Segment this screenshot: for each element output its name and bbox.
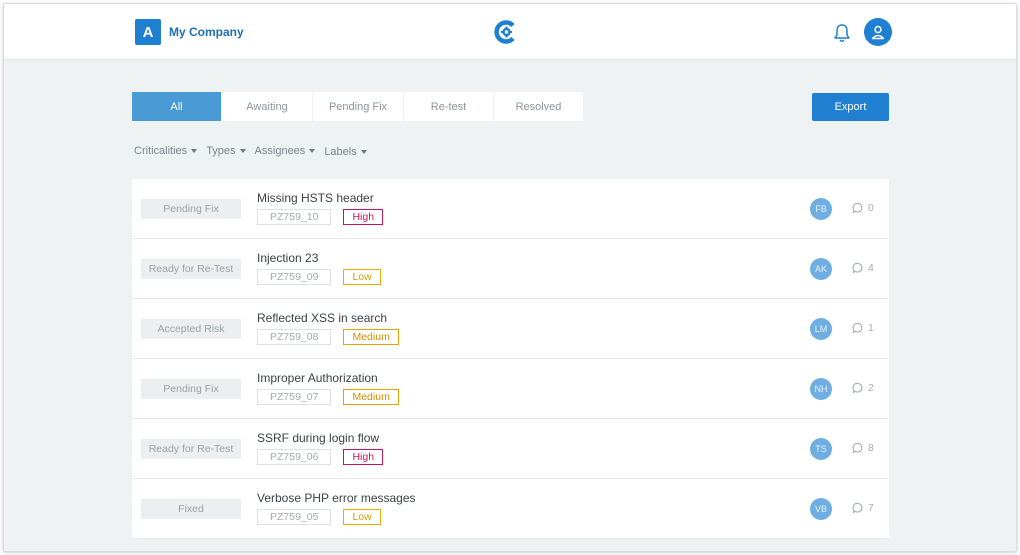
tab-awaiting[interactable]: Awaiting [222,92,313,121]
filter-types[interactable]: Types [206,144,246,158]
status-tabs: All Awaiting Pending Fix Re-test Resolve… [132,92,584,121]
comment-bubble-icon [852,442,863,454]
issue-title[interactable]: Verbose PHP error messages [257,491,416,505]
assignee-avatar[interactable]: NH [810,378,832,400]
issue-tags: PZ759_05 Low [257,509,381,525]
status-badge: Fixed [141,499,241,519]
assignee-avatar[interactable]: VB [810,498,832,520]
filter-label: Criticalities [134,145,188,157]
comment-count[interactable]: 7 [852,502,874,514]
issue-tags: PZ759_06 High [257,449,384,465]
assignee-avatar[interactable]: AK [810,258,832,280]
severity-badge: Low [343,509,381,525]
issue-title[interactable]: Injection 23 [257,251,318,265]
issue-title[interactable]: Reflected XSS in search [257,311,387,325]
user-icon [871,25,885,40]
comment-bubble-icon [852,382,863,394]
comment-count[interactable]: 8 [852,442,874,454]
assignee-avatar[interactable]: FB [810,198,832,220]
assignee-avatar[interactable]: TS [810,438,832,460]
issue-row[interactable]: Fixed Verbose PHP error messages PZ759_0… [132,479,889,539]
comment-count-value: 2 [868,382,874,394]
severity-badge: Low [343,269,381,285]
caret-down-icon [309,149,316,153]
top-bar: A My Company [4,4,1016,60]
comment-count-value: 7 [868,502,874,514]
comment-count-value: 4 [868,262,874,274]
company-logo: A [135,19,161,45]
bell-icon[interactable] [832,22,852,44]
company-name: My Company [169,25,244,39]
comment-bubble-icon [852,322,863,334]
comment-bubble-icon [852,202,863,214]
comment-count[interactable]: 2 [852,382,874,394]
filter-label: Labels [324,146,357,158]
issue-code: PZ759_06 [257,449,332,465]
issue-row[interactable]: Pending Fix Improper Authorization PZ759… [132,359,889,419]
caret-down-icon [191,149,198,153]
status-badge: Accepted Risk [141,319,241,339]
assignee-avatar[interactable]: LM [810,318,832,340]
severity-badge: High [343,209,384,225]
issue-tags: PZ759_08 Medium [257,329,399,345]
tab-all[interactable]: All [132,92,222,121]
caret-down-icon [239,149,246,153]
tab-pending-fix[interactable]: Pending Fix [313,92,404,121]
filter-assignees[interactable]: Assignees [255,144,316,158]
comment-count[interactable]: 0 [852,202,874,214]
issue-code: PZ759_07 [257,389,332,405]
caret-down-icon [360,150,367,154]
comment-count[interactable]: 4 [852,262,874,274]
issue-row[interactable]: Pending Fix Missing HSTS header PZ759_10… [132,179,889,239]
issue-code: PZ759_09 [257,269,332,285]
comment-count[interactable]: 1 [852,322,874,334]
comment-count-value: 8 [868,442,874,454]
filter-criticalities[interactable]: Criticalities [134,144,198,158]
filter-bar: Criticalities Types Assignees Labels [134,144,376,158]
tab-resolved[interactable]: Resolved [494,92,584,121]
user-avatar[interactable] [864,18,892,46]
comment-bubble-icon [852,262,863,274]
issue-row[interactable]: Ready for Re-Test SSRF during login flow… [132,419,889,479]
issue-row[interactable]: Accepted Risk Reflected XSS in search PZ… [132,299,889,359]
issue-code: PZ759_10 [257,209,332,225]
issue-title[interactable]: Improper Authorization [257,371,378,385]
filter-label: Types [206,145,236,157]
status-badge: Pending Fix [141,379,241,399]
issue-code: PZ759_08 [257,329,332,345]
filter-labels[interactable]: Labels [324,146,367,158]
company-brand[interactable]: A My Company [135,19,244,45]
issue-tags: PZ759_07 Medium [257,389,399,405]
filter-label: Assignees [254,145,306,157]
export-button[interactable]: Export [812,93,889,121]
comment-count-value: 1 [868,322,874,334]
issue-code: PZ759_05 [257,509,332,525]
issue-list: Pending Fix Missing HSTS header PZ759_10… [132,179,889,539]
comment-count-value: 0 [868,202,874,214]
tab-re-test[interactable]: Re-test [404,92,494,121]
issue-tags: PZ759_10 High [257,209,384,225]
status-badge: Ready for Re-Test [141,439,241,459]
severity-badge: Medium [343,329,399,345]
issue-tags: PZ759_09 Low [257,269,381,285]
issue-row[interactable]: Ready for Re-Test Injection 23 PZ759_09 … [132,239,889,299]
issue-title[interactable]: Missing HSTS header [257,191,374,205]
comment-bubble-icon [852,502,863,514]
severity-badge: Medium [343,389,399,405]
app-logo-icon[interactable] [494,20,518,44]
severity-badge: High [343,449,384,465]
status-badge: Pending Fix [141,199,241,219]
status-badge: Ready for Re-Test [141,259,241,279]
issue-title[interactable]: SSRF during login flow [257,431,379,445]
app-window: A My Company All Awaiting Pending Fix Re… [3,3,1017,552]
